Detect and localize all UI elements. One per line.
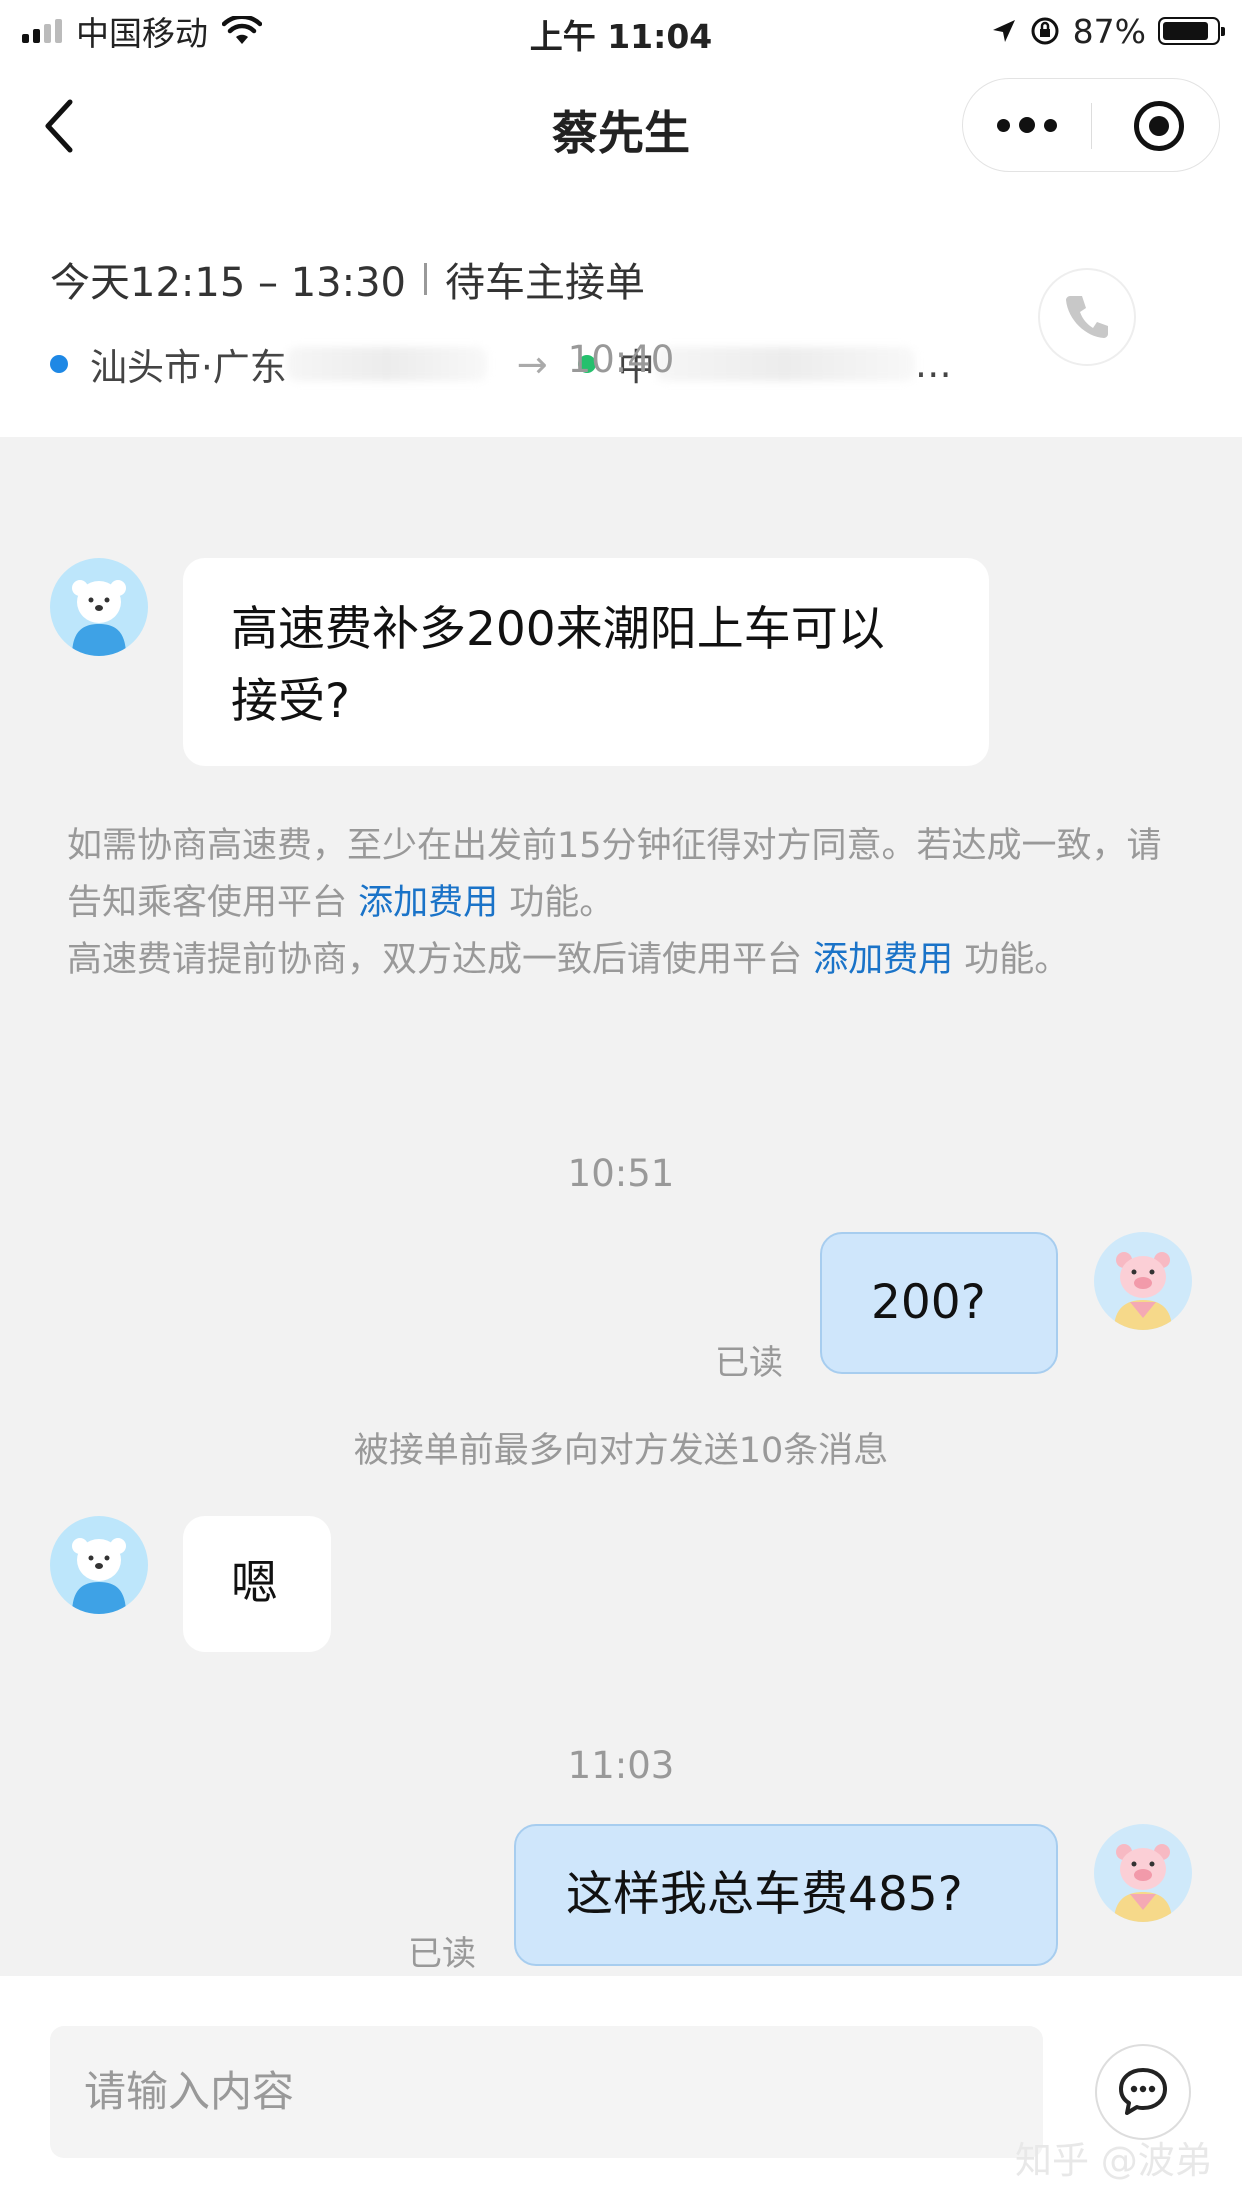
trip-time-row: 今天12:15 – 13:30 待车主接单 bbox=[50, 250, 645, 308]
chat-timestamp: 10:51 bbox=[567, 1152, 675, 1195]
divider bbox=[423, 263, 427, 295]
message-bubble-incoming[interactable]: 嗯 bbox=[183, 1516, 331, 1652]
target-circle-icon[interactable] bbox=[1134, 101, 1184, 151]
avatar[interactable] bbox=[50, 558, 148, 656]
notice-text: 高速费请提前协商，双方达成一致后请使用平台 bbox=[67, 940, 814, 980]
chat-timestamp: 10:40 bbox=[567, 338, 675, 381]
pig-avatar-icon bbox=[1094, 1232, 1192, 1330]
location-arrow-icon bbox=[992, 20, 1015, 42]
polar-bear-avatar-icon bbox=[50, 558, 148, 656]
orientation-lock-icon bbox=[1031, 17, 1059, 45]
mini-program-capsule bbox=[962, 78, 1220, 172]
watermark: 知乎 @波弟 bbox=[1015, 2139, 1212, 2182]
avatar[interactable] bbox=[1094, 1232, 1192, 1330]
polar-bear-avatar-icon bbox=[50, 1516, 148, 1614]
phone-icon bbox=[1066, 296, 1108, 338]
capsule-divider bbox=[1091, 103, 1092, 149]
read-receipt: 已读 bbox=[715, 1343, 783, 1383]
message-text: 嗯 bbox=[231, 1556, 278, 1611]
status-right: 87% bbox=[991, 10, 1225, 52]
fee-notice: 如需协商高速费，至少在出发前15分钟征得对方同意。若达成一致，请告知乘客使用平台… bbox=[67, 818, 1177, 989]
message-bubble-outgoing[interactable]: 200? bbox=[820, 1232, 1058, 1374]
trip-info-card: 今天12:15 – 13:30 待车主接单 汕头市·广东 → 中 … bbox=[0, 192, 1242, 437]
message-bubble-outgoing[interactable]: 这样我总车费485? bbox=[514, 1824, 1058, 1966]
quick-reply-button[interactable] bbox=[1095, 2044, 1191, 2140]
more-dots-icon[interactable] bbox=[963, 79, 1091, 171]
message-text-line: 高速费补多200来潮阳上车可以 bbox=[231, 602, 885, 657]
add-fee-link[interactable]: 添加费用 bbox=[813, 940, 953, 980]
pig-avatar-icon bbox=[1094, 1824, 1192, 1922]
message-limit-note: 被接单前最多向对方发送10条消息 bbox=[353, 1431, 889, 1471]
trip-time-range: 今天12:15 – 13:30 bbox=[50, 260, 406, 306]
message-input[interactable]: 请输入内容 bbox=[50, 2026, 1043, 2158]
nav-bar: 蔡先生 bbox=[0, 62, 1242, 192]
notice-text: 功能。 bbox=[498, 883, 615, 923]
battery-percent: 87% bbox=[1072, 11, 1146, 51]
status-bar: 中国移动 上午 11:04 87% bbox=[0, 0, 1242, 62]
message-bubble-incoming[interactable]: 高速费补多200来潮阳上车可以 接受? bbox=[183, 558, 989, 766]
message-text: 200? bbox=[871, 1275, 986, 1330]
chat-timestamp: 11:03 bbox=[567, 1744, 675, 1787]
notice-text: 功能。 bbox=[953, 940, 1070, 980]
chat-bubble-icon bbox=[1119, 2068, 1167, 2115]
message-text-line: 接受? bbox=[231, 674, 350, 729]
battery-icon bbox=[1158, 17, 1225, 45]
trip-status: 待车主接单 bbox=[444, 260, 645, 306]
message-text: 这样我总车费485? bbox=[566, 1867, 963, 1922]
avatar[interactable] bbox=[50, 1516, 148, 1614]
add-fee-link[interactable]: 添加费用 bbox=[358, 883, 498, 923]
avatar[interactable] bbox=[1094, 1824, 1192, 1922]
read-receipt: 已读 bbox=[408, 1934, 476, 1974]
